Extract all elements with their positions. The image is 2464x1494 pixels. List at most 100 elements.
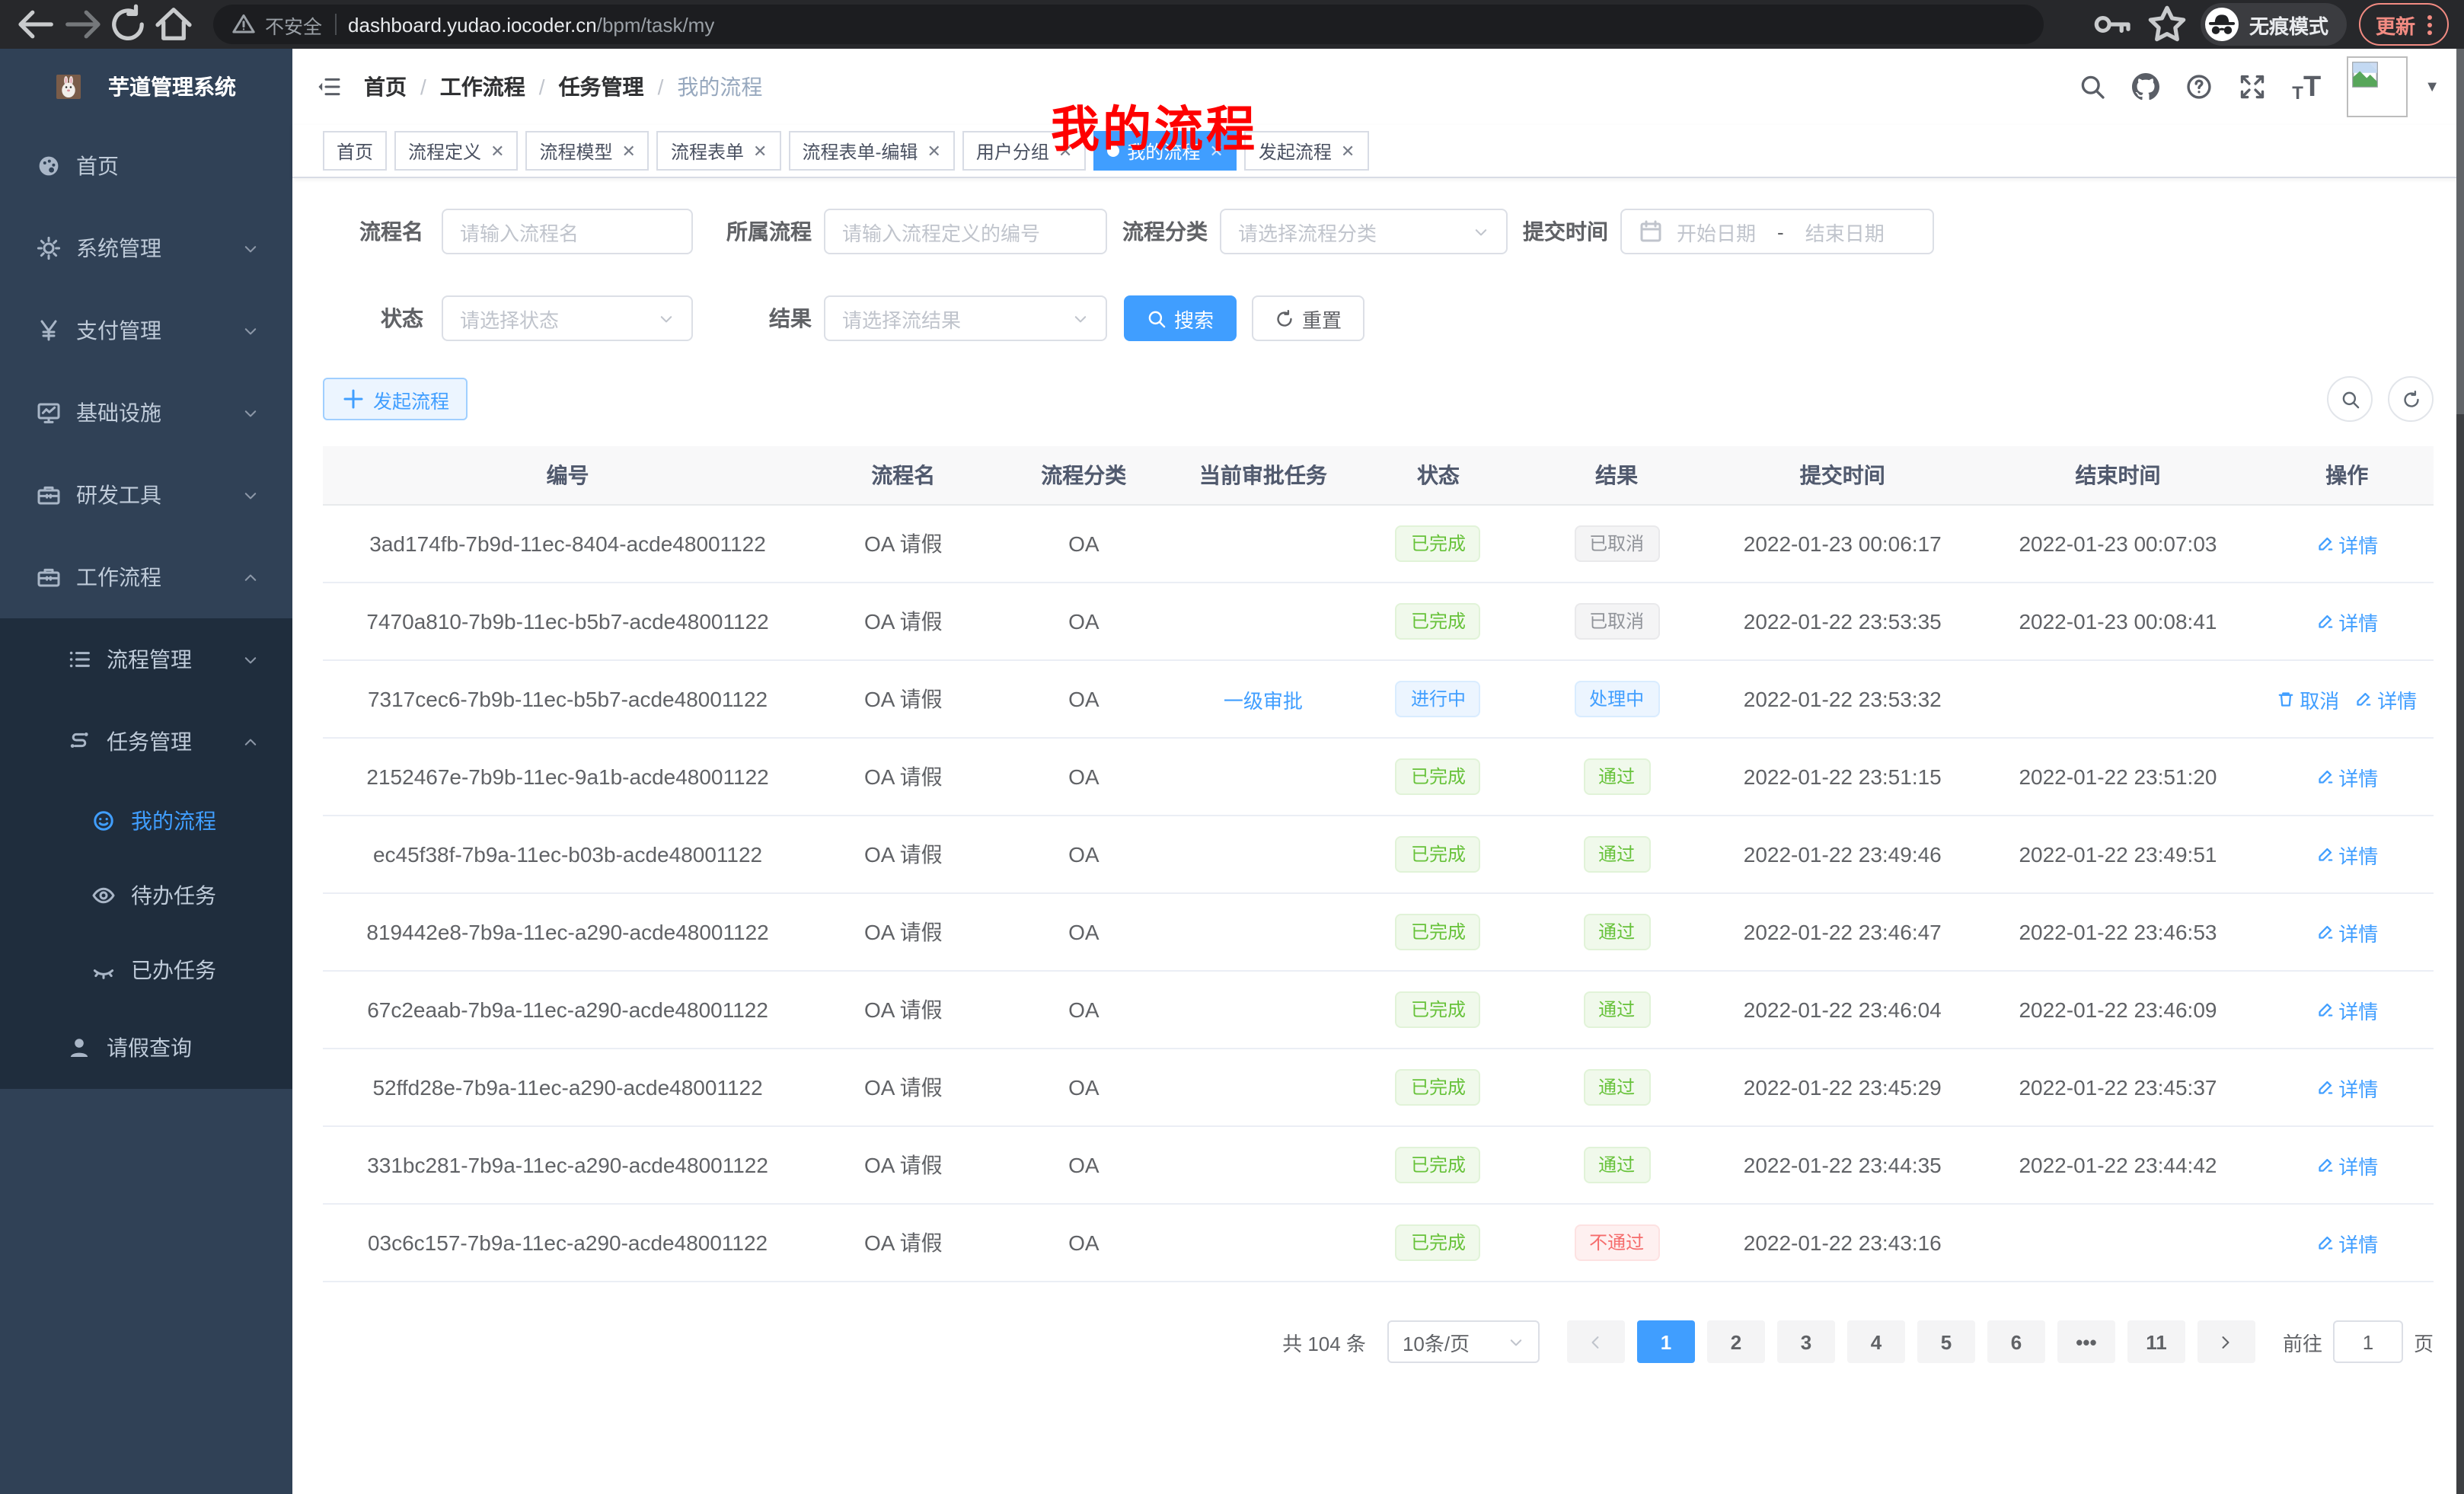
close-icon[interactable]: ✕ [622,141,636,161]
close-icon[interactable]: ✕ [490,141,504,161]
process-definition-input[interactable]: 请输入流程定义的编号 [824,209,1107,254]
page-size-select[interactable]: 10条/页 [1387,1320,1540,1363]
sidebar-item-基础设施[interactable]: 基础设施 [0,372,292,454]
tab-用户分组[interactable]: 用户分组 ✕ [962,131,1086,171]
cancel-button[interactable]: 取消 [2277,685,2339,713]
detail-button[interactable]: 详情 [2316,762,2378,791]
sidebar-item-研发工具[interactable]: 研发工具 [0,454,292,536]
address-bar[interactable]: 不安全 dashboard.yudao.iocoder.cn/bpm/task/… [213,5,2044,44]
password-key-icon[interactable] [2091,3,2134,46]
back-icon[interactable] [15,3,58,46]
sidebar-item-待办任务[interactable]: 待办任务 [0,857,292,932]
cell-submit-time: 2022-01-22 23:46:47 [1709,893,1975,971]
tab-流程定义[interactable]: 流程定义✕ [394,131,518,171]
prev-page-button[interactable] [1567,1320,1625,1363]
cell-status: 进行中 [1353,660,1524,738]
font-size-icon[interactable]: TT [2292,72,2321,101]
detail-button[interactable]: 详情 [2316,995,2378,1024]
sidebar-item-任务管理[interactable]: 任务管理 [0,701,292,783]
help-icon[interactable] [2185,73,2213,101]
detail-button[interactable]: 详情 [2354,685,2417,713]
tab-label: 用户分组 [976,138,1049,164]
search-button[interactable]: 搜索 [1124,295,1237,341]
chevron-up-icon [242,733,259,750]
goto-page-input[interactable] [2333,1320,2403,1363]
page-button-3[interactable]: 3 [1777,1320,1835,1363]
reload-icon[interactable] [107,3,149,46]
page-button-6[interactable]: 6 [1987,1320,2045,1363]
search-icon[interactable] [2079,73,2106,101]
page-button-1[interactable]: 1 [1637,1320,1695,1363]
sidebar-item-工作流程[interactable]: 工作流程 [0,536,292,618]
detail-button[interactable]: 详情 [2316,918,2378,947]
page-button-11[interactable]: 11 [2127,1320,2185,1363]
security-label: 不安全 [265,10,322,39]
chevron-down-icon [658,310,675,327]
detail-button[interactable]: 详情 [2316,529,2378,558]
result-label: 结果 [720,303,812,334]
sidebar-item-请假查询[interactable]: 请假查询 [0,1007,292,1089]
sidebar-item-首页[interactable]: 首页 [0,125,292,207]
cell-status: 已完成 [1353,1049,1524,1126]
cell-result: 通过 [1524,816,1709,893]
logo[interactable]: 芋道管理系统 [0,49,292,125]
tab-首页[interactable]: 首页 [323,131,387,171]
next-page-button[interactable] [2197,1320,2255,1363]
detail-button[interactable]: 详情 [2316,1073,2378,1102]
update-button[interactable]: 更新 [2359,3,2449,46]
page-button-5[interactable]: 5 [1917,1320,1975,1363]
create-process-button[interactable]: 发起流程 [323,378,468,420]
close-icon[interactable]: ✕ [1209,141,1223,161]
pen-icon [2316,1156,2334,1174]
detail-button[interactable]: 详情 [2316,1228,2378,1257]
tab-我的流程[interactable]: 我的流程✕ [1093,131,1237,171]
forward-icon[interactable] [61,3,104,46]
tab-流程模型[interactable]: 流程模型✕ [526,131,650,171]
breadcrumb-item[interactable]: 首页 [364,72,407,102]
menu-dots-icon[interactable] [2427,14,2432,34]
pen-icon [2316,535,2334,553]
page-scrollbar[interactable] [2456,49,2464,1494]
status-badge: 通过 [1583,914,1650,950]
close-icon[interactable]: ✕ [1341,141,1355,161]
breadcrumb-item[interactable]: 工作流程 [440,72,525,102]
cell-end-time: 2022-01-23 00:07:03 [1975,505,2260,583]
sidebar-item-已办任务[interactable]: 已办任务 [0,932,292,1007]
close-icon[interactable]: ✕ [927,141,940,161]
refresh-table-button[interactable] [2388,376,2434,422]
reset-button[interactable]: 重置 [1252,295,1364,341]
github-icon[interactable] [2132,73,2159,101]
detail-button[interactable]: 详情 [2316,607,2378,636]
page-button-4[interactable]: 4 [1847,1320,1905,1363]
avatar-caret-icon[interactable]: ▼ [2424,78,2440,95]
tab-流程表单[interactable]: 流程表单✕ [657,131,780,171]
home-icon[interactable] [152,3,195,46]
status-select[interactable]: 请选择状态 [442,295,693,341]
bookmark-star-icon[interactable] [2146,3,2188,46]
cell-status: 已完成 [1353,816,1524,893]
tab-发起流程[interactable]: 发起流程✕ [1245,131,1368,171]
cell-status: 已完成 [1353,583,1524,660]
sidebar-item-支付管理[interactable]: 支付管理 [0,289,292,372]
avatar[interactable] [2347,56,2408,117]
detail-button[interactable]: 详情 [2316,840,2378,869]
cell-submit-time: 2022-01-22 23:45:29 [1709,1049,1975,1126]
fullscreen-icon[interactable] [2239,73,2266,101]
result-select[interactable]: 请选择流结果 [824,295,1107,341]
tab-流程表单-编辑[interactable]: 流程表单-编辑✕ [788,131,954,171]
process-name-input[interactable]: 请输入流程名 [442,209,693,254]
breadcrumb-item[interactable]: 任务管理 [559,72,644,102]
task-link[interactable]: 一级审批 [1224,685,1303,713]
hamburger-icon[interactable] [317,75,341,99]
close-icon[interactable]: ✕ [753,141,767,161]
close-icon[interactable]: ✕ [1058,141,1072,161]
sidebar-item-流程管理[interactable]: 流程管理 [0,618,292,701]
sidebar-item-我的流程[interactable]: 我的流程 [0,783,292,857]
date-range-picker[interactable]: 开始日期 - 结束日期 [1620,209,1934,254]
security-chip[interactable]: 不安全 [231,10,322,39]
page-button-2[interactable]: 2 [1707,1320,1765,1363]
show-search-button[interactable] [2327,376,2373,422]
detail-button[interactable]: 详情 [2316,1151,2378,1180]
process-category-select[interactable]: 请选择流程分类 [1220,209,1508,254]
sidebar-item-系统管理[interactable]: 系统管理 [0,207,292,289]
